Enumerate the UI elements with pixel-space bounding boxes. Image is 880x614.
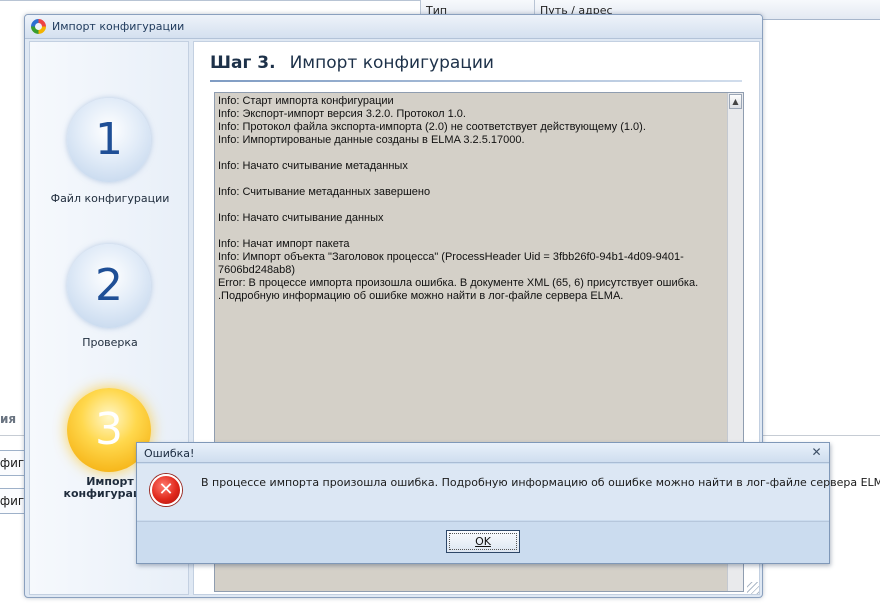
scroll-up-arrow-icon[interactable]: ▲ bbox=[729, 94, 742, 109]
step-number-circle: 1 bbox=[67, 98, 151, 182]
step-heading: Шаг 3. Импорт конфигурации bbox=[210, 53, 494, 73]
log-line: Info: Импортированые данные созданы в EL… bbox=[218, 134, 525, 146]
error-message: В процессе импорта произошла ошибка. Под… bbox=[201, 476, 880, 489]
ok-button[interactable]: OK bbox=[446, 530, 520, 553]
error-dialog: Ошибка! ✕ ✕ В процессе импорта произошла… bbox=[136, 442, 880, 564]
step-number-circle: 2 bbox=[67, 244, 151, 328]
log-line: Info: Импорт объекта "Заголовок процесса… bbox=[218, 251, 684, 263]
dialog-body: ✕ В процессе импорта произошла ошибка. П… bbox=[137, 464, 880, 520]
log-line: Info: Считывание метаданных завершено bbox=[218, 186, 431, 198]
background-section-label: ия bbox=[0, 412, 17, 426]
log-line: .Подробную информацию об ошибке можно на… bbox=[218, 290, 624, 302]
dialog-footer: OK bbox=[137, 521, 829, 563]
log-line: Info: Начато считывание данных bbox=[218, 212, 384, 224]
log-line: Info: Старт импорта конфигурации bbox=[218, 95, 394, 107]
resize-grip-icon[interactable] bbox=[747, 582, 759, 594]
window-title: Импорт конфигурации bbox=[52, 20, 185, 33]
log-line: 7606bd248ab8) bbox=[218, 264, 296, 276]
dialog-title: Ошибка! bbox=[144, 447, 195, 460]
step-label: Файл конфигурации bbox=[50, 192, 170, 205]
close-icon[interactable]: ✕ bbox=[810, 446, 823, 459]
window-titlebar[interactable]: Импорт конфигурации bbox=[25, 15, 762, 39]
dialog-titlebar[interactable]: Ошибка! ✕ bbox=[137, 443, 829, 463]
step-heading-title: Импорт конфигурации bbox=[289, 53, 494, 73]
error-icon: ✕ bbox=[150, 474, 182, 506]
step-heading-number: Шаг 3. bbox=[210, 53, 276, 73]
background-divider bbox=[0, 0, 420, 1]
log-line: Info: Начат импорт пакета bbox=[218, 238, 350, 250]
elma-logo-icon bbox=[31, 19, 46, 34]
log-line: Error: В процессе импорта произошла ошиб… bbox=[218, 277, 699, 289]
import-log-text: Info: Старт импорта конфигурации Info: Эк… bbox=[218, 95, 724, 303]
log-line: Info: Начато считывание метаданных bbox=[218, 160, 408, 172]
heading-underline bbox=[210, 80, 742, 82]
step-label: Проверка bbox=[82, 336, 138, 349]
log-line: Info: Протокол файла экспорта-импорта (2… bbox=[218, 121, 646, 133]
log-line: Info: Экспорт-импорт версия 3.2.0. Прото… bbox=[218, 108, 466, 120]
